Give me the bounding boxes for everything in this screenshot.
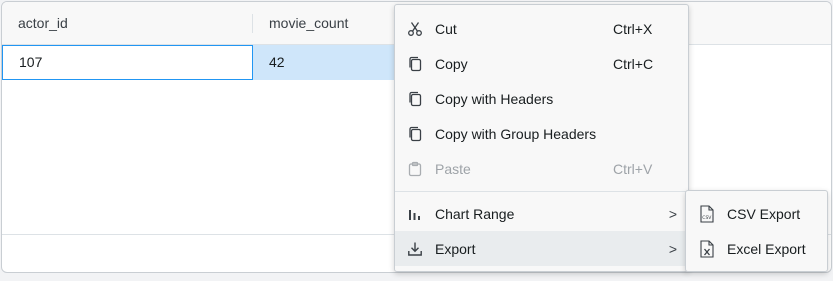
cell-actor-id[interactable]: 107: [2, 45, 253, 80]
menu-item-cut[interactable]: Cut Ctrl+X: [395, 11, 688, 46]
clipboard-icon: [395, 161, 435, 177]
column-header-actor-id[interactable]: actor_id: [2, 2, 253, 45]
excel-file-icon: [686, 239, 727, 258]
menu-item-label: Paste: [435, 160, 471, 177]
chevron-right-icon: >: [668, 205, 678, 222]
menu-item-label: Chart Range: [435, 205, 515, 222]
menu-item-label: Excel Export: [727, 240, 806, 257]
menu-item-label: Export: [435, 240, 476, 257]
menu-item-label: Cut: [435, 20, 457, 37]
scissors-icon: [395, 21, 435, 37]
menu-item-copy-with-headers[interactable]: Copy with Headers: [395, 81, 688, 116]
menu-item-label: CSV Export: [727, 205, 801, 222]
copy-icon: [395, 126, 435, 142]
menu-item-export[interactable]: Export >: [395, 231, 688, 266]
bar-chart-icon: [395, 206, 435, 222]
copy-icon: [395, 91, 435, 107]
menu-item-label: Copy with Group Headers: [435, 125, 597, 142]
menu-item-shortcut: Ctrl+C: [613, 55, 654, 72]
cell-movie-count[interactable]: 42: [253, 45, 403, 80]
menu-item-chart-range[interactable]: Chart Range >: [395, 196, 688, 231]
export-submenu: CSV CSV Export Excel Export: [685, 190, 828, 272]
csv-file-icon: CSV: [686, 204, 727, 223]
menu-item-label: Copy with Headers: [435, 90, 554, 107]
menu-item-excel-export[interactable]: Excel Export: [686, 231, 827, 266]
menu-item-csv-export[interactable]: CSV CSV Export: [686, 196, 827, 231]
menu-separator: [395, 191, 688, 192]
menu-item-copy[interactable]: Copy Ctrl+C: [395, 46, 688, 81]
download-icon: [395, 241, 435, 257]
menu-item-shortcut: Ctrl+X: [613, 20, 653, 37]
menu-item-shortcut: Ctrl+V: [613, 160, 653, 177]
copy-icon: [395, 56, 435, 72]
context-menu: Cut Ctrl+X Copy Ctrl+C Copy with Headers: [394, 4, 689, 272]
chevron-right-icon: >: [668, 240, 678, 257]
menu-item-label: Copy: [435, 55, 468, 72]
svg-text:CSV: CSV: [702, 215, 712, 221]
column-header-movie-count[interactable]: movie_count: [253, 2, 403, 45]
menu-item-paste[interactable]: Paste Ctrl+V: [395, 151, 688, 186]
menu-item-copy-with-group-headers[interactable]: Copy with Group Headers: [395, 116, 688, 151]
